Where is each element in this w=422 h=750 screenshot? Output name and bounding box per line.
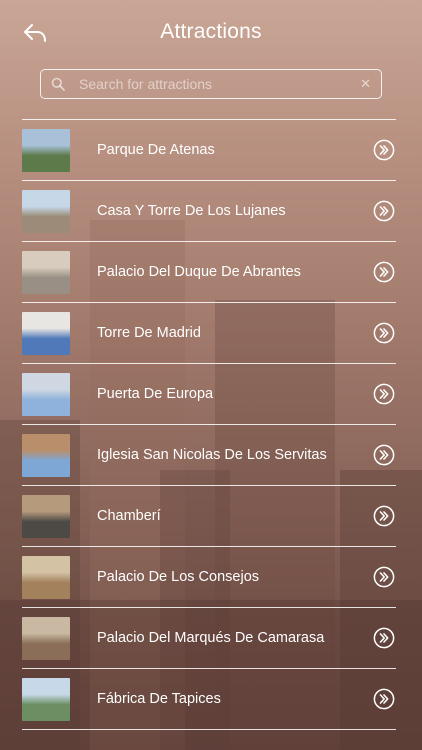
chevron-right-circle-icon[interactable] bbox=[373, 444, 395, 466]
attraction-thumbnail bbox=[22, 128, 70, 172]
attraction-thumbnail bbox=[22, 494, 70, 538]
list-item[interactable]: Iglesia San Nicolas De Los Servitas bbox=[22, 425, 396, 486]
attraction-name: Palacio De Los Consejos bbox=[97, 569, 260, 585]
attraction-name: Puerta De Europa bbox=[97, 386, 214, 402]
attraction-name: Palacio Del Duque De Abrantes bbox=[97, 264, 301, 280]
chevron-right-circle-icon[interactable] bbox=[373, 200, 395, 222]
list-item[interactable]: Parque De Atenas bbox=[22, 120, 396, 181]
attraction-thumbnail bbox=[22, 311, 70, 355]
list-item[interactable]: Palacio De Los Consejos bbox=[22, 547, 396, 608]
list-item[interactable]: Puerta De Europa bbox=[22, 364, 396, 425]
chevron-right-circle-icon[interactable] bbox=[373, 261, 395, 283]
attraction-thumbnail bbox=[22, 189, 70, 233]
attraction-thumbnail bbox=[22, 616, 70, 660]
attraction-name: Torre De Madrid bbox=[97, 325, 201, 341]
search-bar[interactable]: ✕ bbox=[40, 69, 382, 99]
attraction-thumbnail bbox=[22, 555, 70, 599]
list-item[interactable]: Casa Y Torre De Los Lujanes bbox=[22, 181, 396, 242]
list-item[interactable]: Fábrica De Tapices bbox=[22, 669, 396, 730]
header-bar: Attractions bbox=[0, 0, 422, 64]
search-icon bbox=[51, 77, 65, 91]
page-title: Attractions bbox=[160, 20, 262, 43]
clear-icon[interactable]: ✕ bbox=[360, 76, 371, 92]
attraction-name: Chamberí bbox=[97, 508, 161, 524]
search-input[interactable] bbox=[79, 76, 361, 92]
attraction-thumbnail bbox=[22, 433, 70, 477]
attraction-name: Palacio Del Marqués De Camarasa bbox=[97, 630, 325, 646]
attractions-list: Parque De Atenas Casa Y Torre De Los Luja… bbox=[22, 119, 396, 730]
chevron-right-circle-icon[interactable] bbox=[373, 505, 395, 527]
list-item[interactable]: Palacio Del Duque De Abrantes bbox=[22, 242, 396, 303]
attraction-thumbnail bbox=[22, 677, 70, 721]
chevron-right-circle-icon[interactable] bbox=[373, 322, 395, 344]
list-item[interactable]: Palacio Del Marqués De Camarasa bbox=[22, 608, 396, 669]
back-button[interactable] bbox=[18, 18, 52, 48]
list-item[interactable]: Torre De Madrid bbox=[22, 303, 396, 364]
list-item[interactable]: Chamberí bbox=[22, 486, 396, 547]
chevron-right-circle-icon[interactable] bbox=[373, 627, 395, 649]
attraction-thumbnail bbox=[22, 250, 70, 294]
chevron-right-circle-icon[interactable] bbox=[373, 566, 395, 588]
attraction-thumbnail bbox=[22, 372, 70, 416]
attraction-name: Fábrica De Tapices bbox=[97, 691, 221, 707]
chevron-right-circle-icon[interactable] bbox=[373, 688, 395, 710]
attraction-name: Iglesia San Nicolas De Los Servitas bbox=[97, 447, 327, 463]
attraction-name: Casa Y Torre De Los Lujanes bbox=[97, 203, 286, 219]
chevron-right-circle-icon[interactable] bbox=[373, 139, 395, 161]
back-arrow-icon bbox=[24, 24, 46, 42]
chevron-right-circle-icon[interactable] bbox=[373, 383, 395, 405]
attraction-name: Parque De Atenas bbox=[97, 142, 215, 158]
